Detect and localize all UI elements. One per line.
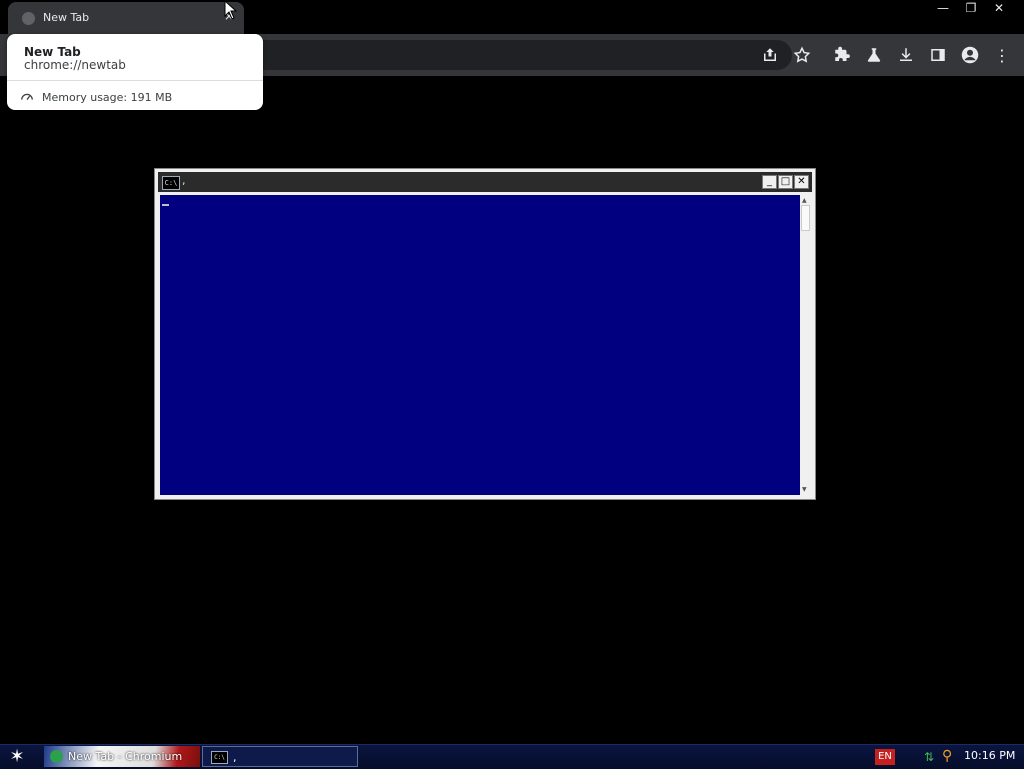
side-panel-icon[interactable] (927, 44, 949, 66)
labs-flask-icon[interactable] (863, 44, 885, 66)
tab-title: New Tab (43, 11, 90, 24)
extensions-icon[interactable] (831, 44, 853, 66)
console-close-button[interactable]: ✕ (794, 175, 809, 189)
console-maximize-button[interactable]: □ (778, 175, 793, 189)
console-minimize-button[interactable]: _ (762, 175, 777, 189)
tab-strip: New Tab × — ❐ ✕ (0, 0, 1024, 34)
tab-hover-card: New Tab chrome://newtab Memory usage: 19… (7, 34, 263, 110)
menu-icon[interactable]: ⋮ (991, 44, 1013, 66)
minimize-window-button[interactable]: — (932, 0, 954, 16)
language-indicator[interactable]: EN (875, 749, 895, 765)
console-window[interactable]: C:\ , _ □ ✕ ▲ ▼ (154, 168, 816, 500)
hover-card-url: chrome://newtab (24, 58, 126, 72)
console-app-icon: C:\ (211, 751, 228, 764)
profile-icon[interactable] (959, 44, 981, 66)
hover-card-title: New Tab (24, 45, 81, 59)
console-app-icon: C:\ (162, 176, 180, 190)
taskbar-item-label: , (233, 751, 237, 764)
console-titlebar[interactable]: C:\ , _ □ ✕ (158, 172, 812, 192)
taskbar-item-console[interactable]: C:\ , (202, 746, 358, 767)
taskbar-item-browser[interactable]: New Tab - Chromium (44, 746, 200, 767)
start-button[interactable]: ✶ (6, 747, 28, 767)
divider (7, 80, 263, 81)
taskbar: ✶ New Tab - Chromium C:\ , EN ⇅ ⚲ 10:16 … (0, 744, 1024, 769)
console-title: , (182, 174, 186, 187)
text-cursor (162, 204, 169, 206)
memory-usage-label: Memory usage: 191 MB (42, 91, 173, 104)
console-text-area[interactable] (160, 195, 800, 495)
scroll-down-arrow-icon[interactable]: ▼ (802, 486, 807, 493)
memory-gauge-icon (21, 93, 33, 101)
close-window-button[interactable]: ✕ (988, 0, 1010, 16)
tab-new-tab[interactable]: New Tab × (8, 2, 244, 34)
scrollbar-thumb[interactable] (801, 205, 810, 231)
window-controls: — ❐ ✕ (932, 0, 1010, 18)
clock[interactable]: 10:16 PM (964, 749, 1015, 762)
restore-window-button[interactable]: ❐ (960, 0, 982, 16)
taskbar-item-label: New Tab - Chromium (68, 750, 183, 763)
bookmark-star-icon[interactable] (791, 44, 813, 66)
console-vertical-scrollbar[interactable]: ▲ ▼ (800, 195, 811, 495)
network-icon[interactable]: ⇅ (924, 750, 934, 764)
scroll-up-arrow-icon[interactable]: ▲ (802, 197, 807, 204)
search-icon[interactable]: ⚲ (942, 748, 952, 764)
mouse-pointer-icon (224, 0, 238, 20)
chromium-icon (50, 750, 63, 763)
download-icon[interactable] (895, 44, 917, 66)
share-icon[interactable] (759, 44, 781, 66)
globe-icon (22, 12, 35, 25)
address-bar[interactable] (240, 40, 792, 70)
